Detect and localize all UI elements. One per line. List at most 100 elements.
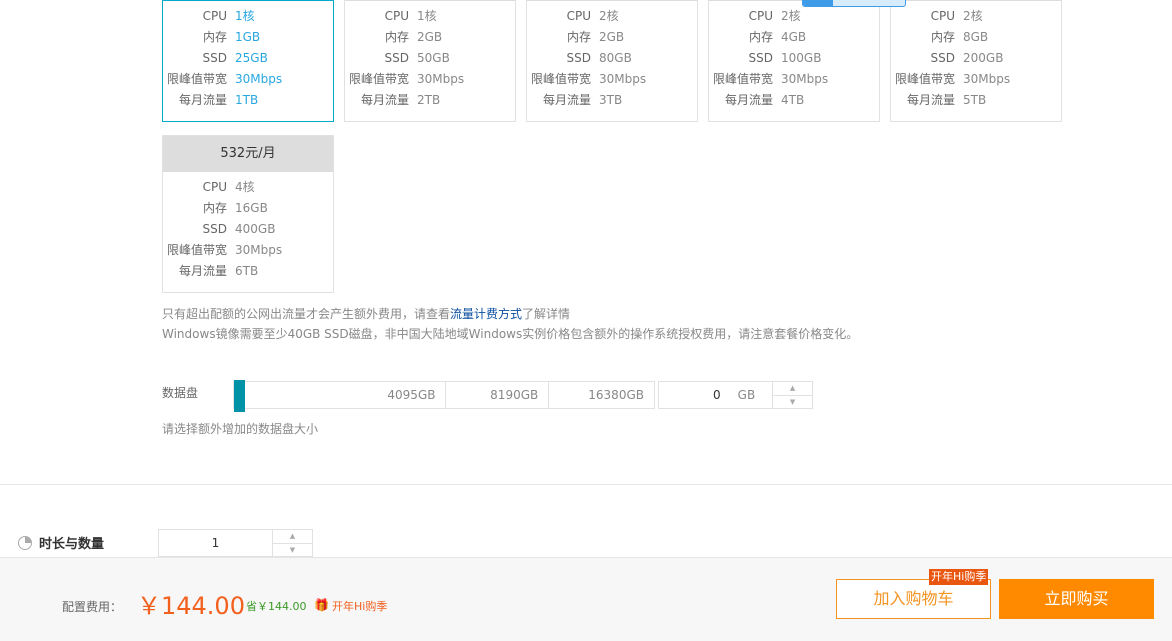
spec-key: 限峰值带宽 (166, 72, 227, 86)
spec-key: SSD (748, 51, 773, 65)
spec-value: 4TB (781, 93, 805, 107)
spec-key: 内存 (930, 30, 955, 44)
promo-text: 开年Hi购季 (332, 600, 388, 613)
plan-card[interactable]: CPU 2核 内存 4GB SSD 100GB 限峰值带宽 30Mbps 每月流量 4TB (708, 0, 880, 122)
spec-value: 1TB (235, 93, 259, 107)
spec-value: 200GB (963, 51, 1004, 65)
spec-row: 每月流量 1TB (163, 90, 333, 111)
spec-value: 30Mbps (599, 72, 647, 86)
spec-key: 内存 (566, 30, 591, 44)
plan-card[interactable]: CPU 1核 内存 1GB SSD 25GB 限峰值带宽 30Mbps 每月流量 1TB (162, 0, 334, 122)
spec-value: 2核 (963, 9, 983, 23)
spec-row: 每月流量 2TB (345, 90, 515, 111)
slider-mark: 8190GB (446, 382, 550, 408)
spec-row: 每月流量 5TB (891, 90, 1061, 111)
spec-value: 2核 (781, 9, 801, 23)
buy-now-button[interactable]: 立即购买 (999, 579, 1154, 619)
spec-row: 每月流量 3TB (527, 90, 697, 111)
note-text: 了解详情 (522, 307, 571, 321)
spec-value: 2GB (599, 30, 625, 44)
increment-button[interactable]: ▲ (273, 530, 312, 544)
spec-key: SSD (930, 51, 955, 65)
slider-mark: 4095GB (234, 382, 447, 408)
unit-label: GB (737, 388, 756, 402)
spec-value: 4GB (781, 30, 807, 44)
spec-row: 限峰值带宽 30Mbps (345, 69, 515, 90)
spec-key: CPU (748, 9, 773, 23)
spec-key: 每月流量 (178, 264, 227, 278)
spec-key: 限峰值带宽 (166, 243, 227, 257)
spec-key: 每月流量 (178, 93, 227, 107)
increment-button[interactable]: ▲ (773, 382, 812, 396)
add-to-cart-button[interactable]: 加入购物车 (836, 579, 991, 619)
decrement-button[interactable]: ▼ (273, 544, 312, 557)
spec-key: 内存 (748, 30, 773, 44)
plan-card[interactable]: CPU 2核 内存 2GB SSD 80GB 限峰值带宽 30Mbps 每月流量 3TB (526, 0, 698, 122)
data-disk-input[interactable]: 0 (659, 382, 721, 408)
spec-value: 100GB (781, 51, 822, 65)
plan-card[interactable]: 532元/月 CPU 4核 内存 16GB SSD 400GB 限峰值带宽 30Mbps 每月流量… (162, 135, 334, 293)
quantity-input[interactable]: 1 (159, 530, 272, 556)
spec-value: 16GB (235, 201, 268, 215)
spec-key: 每月流量 (724, 93, 773, 107)
quantity-stepper[interactable]: 1 ▲ ▼ (158, 529, 313, 557)
windows-note: Windows镜像需要至少40GB SSD磁盘，非中国大陆地域Windows实例… (162, 327, 859, 341)
spec-key: 内存 (384, 30, 409, 44)
spec-row: CPU 2核 (709, 6, 879, 27)
savings: 省￥144.00 (246, 600, 307, 613)
spec-key: 每月流量 (542, 93, 591, 107)
divider (0, 484, 1172, 485)
order-footer: 配置费用： ￥144.00 省￥144.00 🎁 开年Hi购季 加入购物车 开年… (0, 557, 1172, 641)
plan-card[interactable]: CPU 2核 内存 8GB SSD 200GB 限峰值带宽 30Mbps 每月流量 5TB (890, 0, 1062, 122)
spec-value: 400GB (235, 222, 276, 236)
spec-key: SSD (384, 51, 409, 65)
spec-row: CPU 1核 (163, 6, 333, 27)
spec-value: 50GB (417, 51, 450, 65)
spec-row: 内存 8GB (891, 27, 1061, 48)
spec-row: CPU 1核 (345, 6, 515, 27)
spec-row: 内存 2GB (345, 27, 515, 48)
spec-row: SSD 25GB (163, 48, 333, 69)
spec-value: 30Mbps (963, 72, 1011, 86)
spec-value: 30Mbps (417, 72, 465, 86)
spec-row: CPU 2核 (527, 6, 697, 27)
spec-key: 内存 (202, 30, 227, 44)
plan-card[interactable]: CPU 1核内存 2GB SSD 50GB 限峰值带宽 30Mbps 每月流量 2TB (344, 0, 516, 122)
spec-row: SSD 400GB (163, 219, 333, 240)
spec-row: CPU 2核 (891, 6, 1061, 27)
spec-row: CPU 4核 (163, 177, 333, 198)
spec-value: 2TB (417, 93, 441, 107)
data-disk-slider[interactable]: 4095GB 8190GB 16380GB (233, 380, 655, 412)
spec-key: CPU (202, 180, 227, 194)
slider-handle[interactable] (234, 380, 245, 412)
spec-row: 内存 1GB (163, 27, 333, 48)
spec-key: 限峰值带宽 (348, 72, 409, 86)
slider-mark: 16380GB (588, 388, 644, 402)
spec-value: 2GB (417, 30, 443, 44)
spec-value: 1核 (417, 9, 437, 23)
spec-key: 限峰值带宽 (712, 72, 773, 86)
spec-value: 4核 (235, 180, 255, 194)
spec-row: SSD 200GB (891, 48, 1061, 69)
spec-key: 每月流量 (360, 93, 409, 107)
decrement-button[interactable]: ▼ (773, 396, 812, 409)
spec-key: SSD (202, 222, 227, 236)
spec-value: 3TB (599, 93, 623, 107)
spec-key: 限峰值带宽 (894, 72, 955, 86)
spec-key: SSD (202, 51, 227, 65)
traffic-billing-link[interactable]: 流量计费方式 (450, 307, 522, 321)
traffic-note: 只有超出配额的公网出流量才会产生额外费用，请查看流量计费方式了解详情 (162, 305, 570, 322)
spec-value: 1核 (235, 9, 255, 23)
spec-row: SSD 50GB (345, 48, 515, 69)
note-text: 只有超出配额的公网出流量才会产生额外费用，请查看 (162, 307, 451, 321)
spec-row: 限峰值带宽 30Mbps (527, 69, 697, 90)
data-disk-stepper[interactable]: 0 GB ▲ ▼ (658, 381, 813, 409)
clock-icon (18, 535, 32, 550)
spec-key: 内存 (202, 201, 227, 215)
promo-tag: 开年Hi购季 (929, 569, 989, 585)
plan-price: 532元/月 (163, 136, 333, 172)
spec-value: 25GB (235, 51, 268, 65)
spec-value: 30Mbps (235, 243, 283, 257)
recommend-badge (802, 0, 906, 7)
spec-value: 2核 (599, 9, 619, 23)
